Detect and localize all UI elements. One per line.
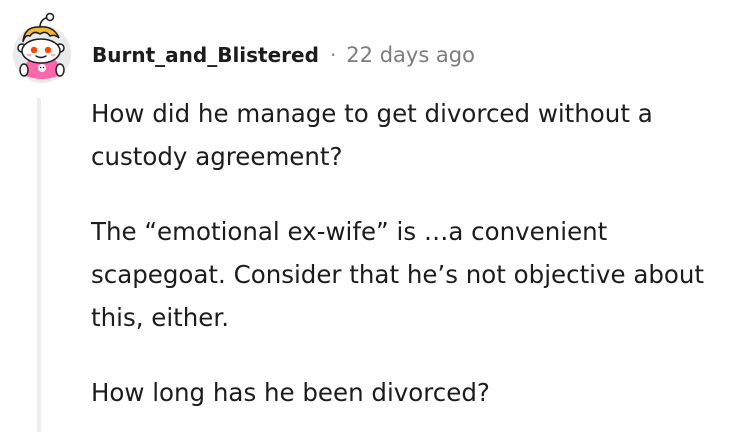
user-avatar[interactable] — [10, 10, 74, 84]
comment-meta: Burnt_and_Blistered · 22 days ago — [92, 38, 475, 72]
snoo-avatar-icon — [13, 12, 71, 83]
author-username[interactable]: Burnt_and_Blistered — [92, 43, 319, 67]
comment-paragraph: How did he manage to get divorced withou… — [91, 99, 653, 171]
comment-paragraph: The “emotional ex-wife” is …a convenient… — [91, 217, 705, 332]
meta-separator: · — [329, 43, 337, 67]
comment: Burnt_and_Blistered · 22 days ago How di… — [0, 0, 750, 432]
comment-body: How did he manage to get divorced withou… — [91, 92, 746, 446]
comment-paragraph: How long has he been divorced? — [91, 378, 490, 407]
thread-collapse-line[interactable] — [37, 98, 41, 432]
comment-timestamp[interactable]: 22 days ago — [346, 43, 475, 67]
